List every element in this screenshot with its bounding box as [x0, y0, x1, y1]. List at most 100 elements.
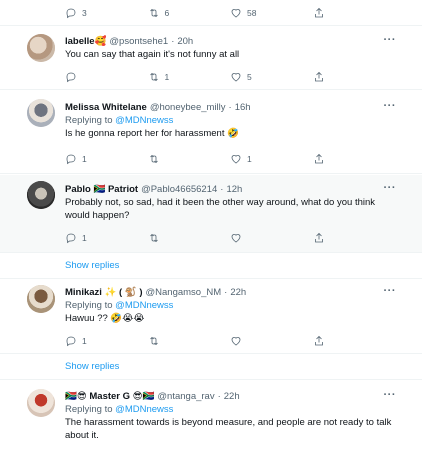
display-name[interactable]: Melissa Whitelane — [65, 102, 147, 113]
reply-feed: 3 6 58 labelle🥰 @psontsehe1 · 20h ··· Yo… — [0, 0, 422, 456]
show-replies-link[interactable]: Show replies — [0, 253, 422, 279]
reply-icon — [66, 8, 76, 19]
reply-button[interactable]: 3 — [65, 7, 148, 19]
share-button[interactable] — [313, 71, 396, 83]
tweet-text: Probably not, so sad, had it been the ot… — [65, 197, 376, 221]
tweet-header: Melissa Whitelane @honeybee_milly · 16h — [65, 100, 396, 114]
top-tweet-actions: 3 6 58 — [65, 6, 395, 20]
tweet-actions: 1 5 — [65, 70, 395, 84]
retweet-button[interactable] — [148, 153, 231, 165]
show-replies-link[interactable]: Show replies — [0, 354, 422, 380]
tweet-actions: 1 — [65, 231, 395, 245]
replying-to-label: Replying to — [65, 115, 113, 126]
tweet-header: labelle🥰 @psontsehe1 · 20h — [65, 34, 396, 48]
replying-to-label: Replying to — [65, 300, 113, 311]
display-name[interactable]: Minikazi ✨ ( 🐒 ) — [65, 287, 143, 298]
separator: · — [217, 390, 221, 402]
avatar[interactable] — [27, 285, 55, 313]
reply-count: 1 — [82, 233, 87, 243]
user-handle[interactable]: @Pablo46656214 — [141, 184, 217, 195]
retweet-button[interactable] — [148, 335, 231, 347]
like-count: 5 — [247, 72, 252, 82]
tweet-actions: 1 1 — [65, 152, 395, 166]
like-button[interactable]: 1 — [230, 153, 313, 165]
timestamp[interactable]: 22h — [224, 391, 240, 402]
user-handle[interactable]: @Nangamso_NM — [146, 287, 222, 298]
replying-to: Replying to @MDNnewss — [65, 403, 396, 416]
share-icon — [314, 153, 323, 164]
heart-icon — [231, 9, 241, 18]
share-icon — [314, 7, 323, 18]
more-options-icon[interactable]: ··· — [384, 389, 397, 401]
timestamp[interactable]: 12h — [226, 184, 242, 195]
reply-count: 3 — [82, 8, 87, 18]
separator: · — [171, 35, 175, 47]
timestamp[interactable]: 20h — [177, 36, 193, 47]
mention-link[interactable]: @MDNnewss — [115, 404, 173, 415]
share-button[interactable] — [313, 232, 396, 244]
retweet-icon — [149, 154, 158, 164]
share-icon — [314, 232, 323, 243]
like-button[interactable]: 5 — [230, 71, 313, 83]
replying-to: Replying to @MDNnewss — [65, 114, 396, 127]
retweet-icon — [149, 72, 158, 82]
tweet-actions: 1 — [65, 334, 395, 348]
timestamp[interactable]: 22h — [230, 287, 246, 298]
separator: · — [224, 286, 228, 298]
replying-to: Replying to @MDNnewss — [65, 299, 396, 312]
tweet-text: You can say that again it's not funny at… — [65, 49, 240, 60]
user-handle[interactable]: @ntanga_rav — [157, 391, 214, 402]
avatar[interactable] — [27, 34, 55, 62]
like-button[interactable]: 58 — [230, 7, 313, 19]
replying-to-label: Replying to — [65, 404, 113, 415]
share-button[interactable] — [313, 153, 396, 165]
tweet-header: 🇿🇦😎 Master G 😎🇿🇦 @ntanga_rav · 22h — [65, 389, 396, 403]
tweet-text: Is he gonna report her for harassment 🤣 — [65, 128, 239, 139]
avatar[interactable] — [27, 181, 55, 209]
share-icon — [314, 335, 323, 346]
tweet-text: Hawuu ?? 🤣😭😭 — [65, 313, 145, 324]
user-handle[interactable]: @honeybee_milly — [150, 102, 226, 113]
tweet-card[interactable]: Pablo 🇿🇦 Patriot @Pablo46656214 · 12h ··… — [0, 175, 422, 253]
like-button[interactable] — [230, 335, 313, 347]
retweet-button[interactable]: 1 — [148, 71, 231, 83]
tweet-card[interactable]: Minikazi ✨ ( 🐒 ) @Nangamso_NM · 22h ··· … — [0, 280, 422, 354]
retweet-button[interactable] — [148, 232, 231, 244]
more-options-icon[interactable]: ··· — [384, 285, 397, 297]
tweet-header: Minikazi ✨ ( 🐒 ) @Nangamso_NM · 22h — [65, 285, 396, 299]
retweet-icon — [149, 336, 158, 346]
retweet-count: 1 — [164, 72, 170, 82]
retweet-icon — [149, 233, 158, 243]
tweet-card[interactable]: labelle🥰 @psontsehe1 · 20h ··· You can s… — [0, 26, 422, 90]
reply-count: 1 — [82, 336, 87, 346]
reply-button[interactable] — [65, 71, 148, 83]
like-count: 58 — [247, 8, 257, 18]
retweet-icon — [149, 8, 158, 18]
display-name[interactable]: labelle🥰 — [65, 36, 106, 47]
more-options-icon[interactable]: ··· — [384, 34, 397, 46]
reply-button[interactable]: 1 — [65, 153, 148, 165]
reply-button[interactable]: 1 — [65, 232, 148, 244]
mention-link[interactable]: @MDNnewss — [115, 300, 173, 311]
share-button[interactable] — [313, 335, 396, 347]
share-button[interactable] — [313, 7, 396, 19]
reply-button[interactable]: 1 — [65, 335, 148, 347]
heart-icon — [231, 73, 241, 82]
retweet-button[interactable]: 6 — [148, 7, 231, 19]
share-icon — [314, 71, 323, 82]
more-options-icon[interactable]: ··· — [384, 100, 397, 112]
separator: · — [228, 101, 232, 113]
avatar[interactable] — [27, 389, 55, 417]
timestamp[interactable]: 16h — [235, 102, 251, 113]
heart-icon — [231, 155, 241, 164]
display-name[interactable]: Pablo 🇿🇦 Patriot — [65, 184, 138, 195]
more-options-icon[interactable]: ··· — [384, 182, 397, 194]
mention-link[interactable]: @MDNnewss — [115, 115, 173, 126]
tweet-card[interactable]: Melissa Whitelane @honeybee_milly · 16h … — [0, 91, 422, 174]
user-handle[interactable]: @psontsehe1 — [109, 36, 168, 47]
display-name[interactable]: 🇿🇦😎 Master G 😎🇿🇦 — [65, 391, 154, 402]
like-button[interactable] — [230, 232, 313, 244]
tweet-card[interactable]: 🇿🇦😎 Master G 😎🇿🇦 @ntanga_rav · 22h ··· R… — [0, 381, 422, 456]
avatar[interactable] — [27, 99, 55, 127]
reply-icon — [66, 154, 76, 165]
